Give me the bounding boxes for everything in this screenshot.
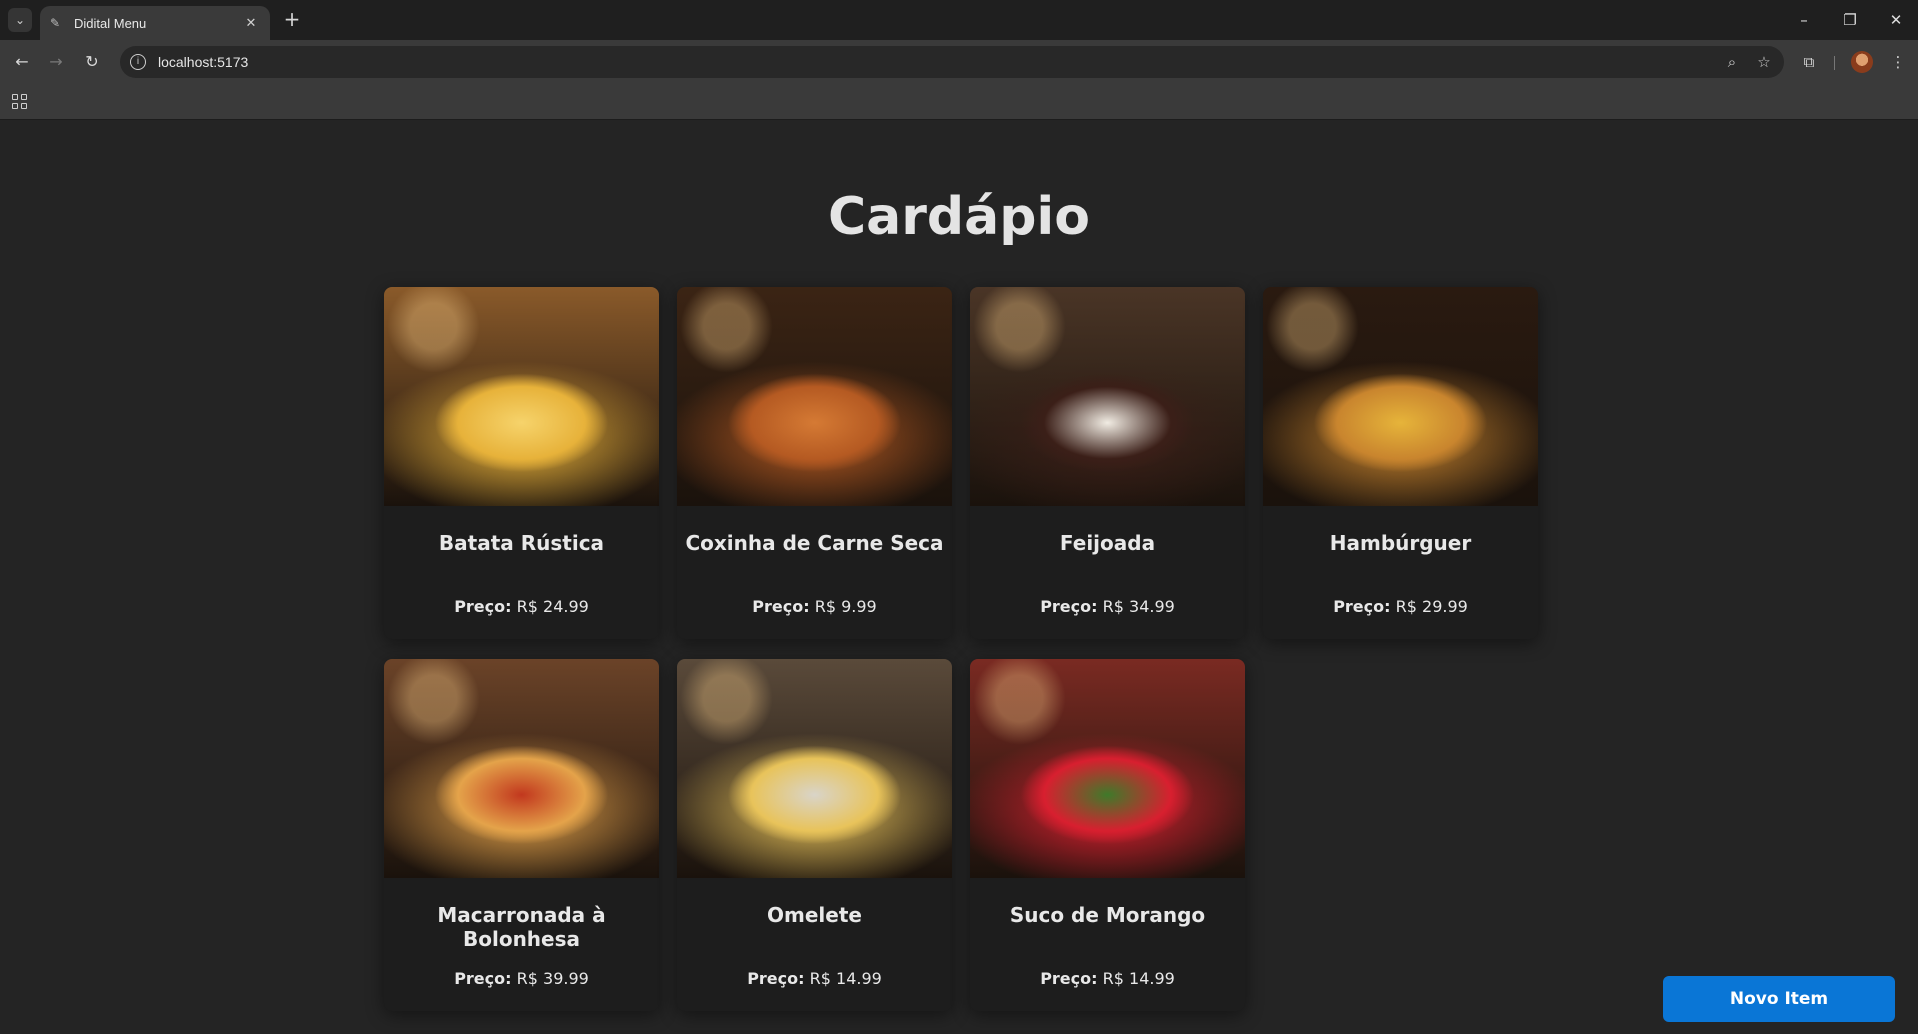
price-value: R$ 9.99 (814, 597, 877, 616)
item-name: Omelete (767, 903, 862, 927)
address-bar[interactable]: i localhost:5173 ⌕ ☆ (120, 46, 1784, 78)
price-value: R$ 14.99 (809, 969, 882, 988)
item-price: Preço: R$ 29.99 (1263, 597, 1538, 616)
tab-title: Didital Menu (74, 15, 147, 31)
extensions-puzzle-icon[interactable]: ⧉ (1797, 50, 1821, 74)
price-label: Preço: (454, 969, 512, 988)
price-label: Preço: (1040, 597, 1098, 616)
item-name: Batata Rústica (438, 531, 605, 555)
restore-icon[interactable]: ❐ (1830, 6, 1870, 34)
food-image (384, 287, 659, 506)
bookmarks-bar (0, 84, 1918, 120)
item-price: Preço: R$ 14.99 (970, 969, 1245, 988)
browser-toolbar: ← → ↻ i localhost:5173 ⌕ ☆ ⧉ ⋮ (0, 40, 1918, 84)
price-value: R$ 29.99 (1395, 597, 1468, 616)
browser-tab[interactable]: ✎ Didital Menu ✕ (40, 6, 270, 40)
food-image (1263, 287, 1538, 506)
price-value: R$ 34.99 (1102, 597, 1175, 616)
price-label: Preço: (752, 597, 810, 616)
item-price: Preço: R$ 9.99 (677, 597, 952, 616)
food-image (970, 287, 1245, 506)
price-label: Preço: (1333, 597, 1391, 616)
back-arrow-icon[interactable]: ← (10, 50, 34, 74)
price-label: Preço: (1040, 969, 1098, 988)
menu-card[interactable]: Coxinha de Carne Seca Preço: R$ 9.99 (677, 287, 952, 639)
item-price: Preço: R$ 24.99 (384, 597, 659, 616)
item-name: Macarronada à Bolonhesa (437, 903, 606, 951)
price-label: Preço: (454, 597, 512, 616)
menu-card[interactable]: Hambúrguer Preço: R$ 29.99 (1263, 287, 1538, 639)
tab-close-icon[interactable]: ✕ (242, 16, 260, 31)
zoom-icon[interactable]: ⌕ (1720, 50, 1744, 74)
more-menu-icon[interactable]: ⋮ (1886, 50, 1910, 74)
item-name: Suco de Morango (1009, 903, 1206, 927)
menu-card[interactable]: Feijoada Preço: R$ 34.99 (970, 287, 1245, 639)
bookmark-star-icon[interactable]: ☆ (1752, 50, 1776, 74)
item-name: Feijoada (1059, 531, 1156, 555)
site-info-icon[interactable]: i (130, 54, 146, 70)
price-label: Preço: (747, 969, 805, 988)
apps-grid-icon[interactable] (12, 94, 28, 110)
url-text[interactable]: localhost:5173 (158, 54, 1720, 70)
new-item-button[interactable]: Novo Item (1663, 976, 1895, 1022)
page-title: Cardápio (828, 187, 1090, 247)
price-value: R$ 14.99 (1102, 969, 1175, 988)
menu-page: Cardápio Batata Rústica Preço: R$ 24.99 … (0, 121, 1918, 1034)
browser-tabstrip: ⌄ ✎ Didital Menu ✕ + – ❐ ✕ (0, 0, 1918, 40)
price-value: R$ 39.99 (516, 969, 589, 988)
new-tab-plus-icon[interactable]: + (280, 8, 304, 32)
food-image (384, 659, 659, 878)
tab-search-chevron-icon[interactable]: ⌄ (8, 8, 32, 32)
profile-avatar[interactable] (1851, 51, 1873, 73)
menu-card[interactable]: Batata Rústica Preço: R$ 24.99 (384, 287, 659, 639)
item-name: Hambúrguer (1329, 531, 1472, 555)
reload-icon[interactable]: ↻ (80, 50, 104, 74)
forward-arrow-icon[interactable]: → (44, 50, 68, 74)
tab-favicon-icon: ✎ (50, 16, 61, 30)
menu-card[interactable]: Suco de Morango Preço: R$ 14.99 (970, 659, 1245, 1011)
menu-card[interactable]: Omelete Preço: R$ 14.99 (677, 659, 952, 1011)
menu-card[interactable]: Macarronada à Bolonhesa Preço: R$ 39.99 (384, 659, 659, 1011)
minimize-icon[interactable]: – (1784, 6, 1824, 34)
item-price: Preço: R$ 34.99 (970, 597, 1245, 616)
window-close-icon[interactable]: ✕ (1876, 6, 1916, 34)
price-value: R$ 24.99 (516, 597, 589, 616)
item-price: Preço: R$ 14.99 (677, 969, 952, 988)
food-image (677, 659, 952, 878)
food-image (677, 287, 952, 506)
toolbar-divider (1834, 56, 1835, 70)
food-image (970, 659, 1245, 878)
item-price: Preço: R$ 39.99 (384, 969, 659, 988)
item-name: Coxinha de Carne Seca (685, 531, 944, 555)
